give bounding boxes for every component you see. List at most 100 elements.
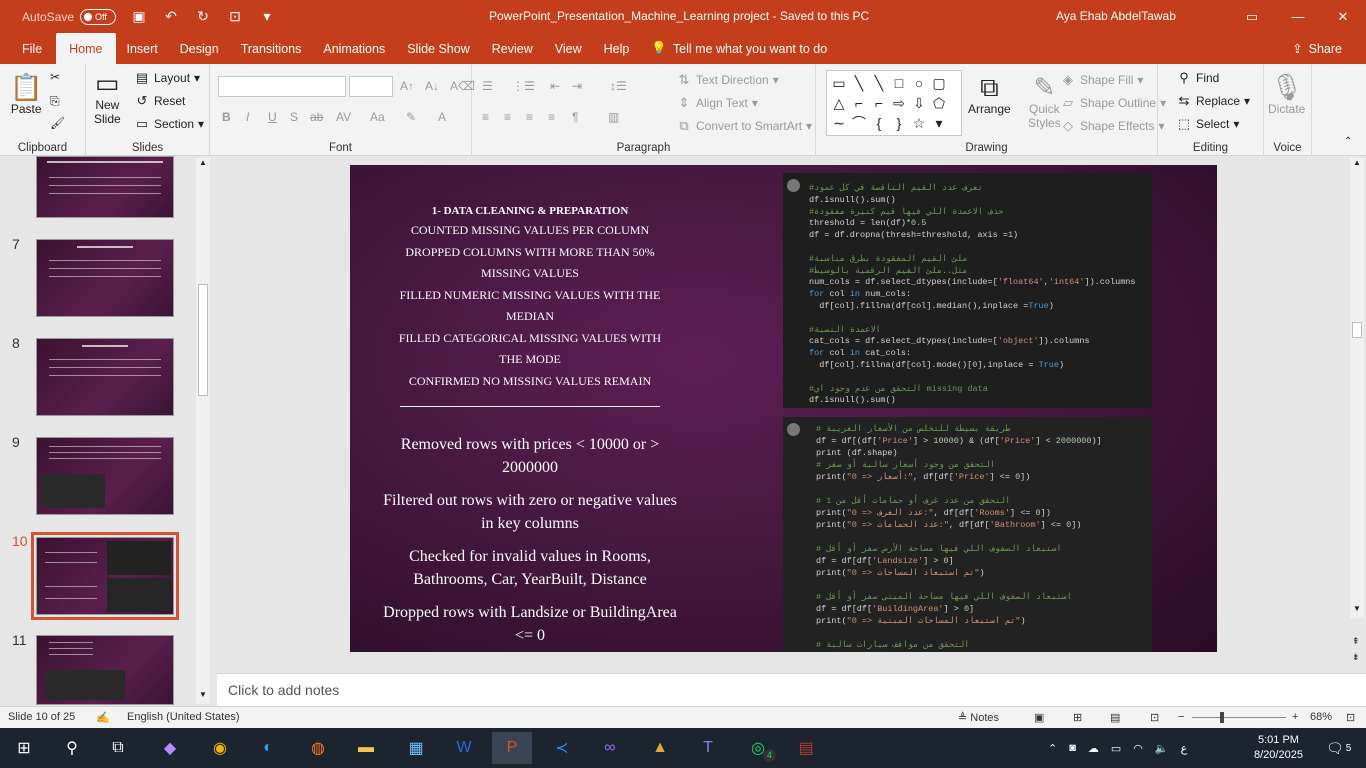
reset-button[interactable]: ↺ Reset (134, 93, 186, 109)
clock[interactable]: 5:01 PM 8/20/2025 (1254, 728, 1303, 768)
zoom-in-icon[interactable]: + (1292, 711, 1298, 723)
replace-button[interactable]: ⇆ Replace ▾ (1176, 93, 1251, 109)
strikethrough-icon[interactable]: ab (310, 110, 323, 124)
undo-icon[interactable]: ↶ (162, 8, 180, 26)
italic-icon[interactable]: I (246, 110, 249, 124)
numbering-icon[interactable]: ⋮☰ (512, 79, 535, 93)
keyboard-language[interactable]: ع (1181, 742, 1188, 755)
collapse-ribbon-icon[interactable]: ⌃ (1344, 136, 1352, 147)
layout-button[interactable]: ▤ Layout ▾ (134, 70, 200, 86)
section-button[interactable]: ▭ Section ▾ (134, 116, 204, 132)
autosave-control[interactable]: AutoSave Off (22, 8, 117, 25)
visual-studio-icon[interactable]: ∞ (590, 732, 630, 764)
previous-slide-icon[interactable]: ⇞ (1352, 636, 1360, 647)
notes-pane[interactable]: Click to add notes (217, 673, 1366, 706)
tab-design[interactable]: Design (169, 33, 230, 64)
zoom-slider[interactable] (1192, 712, 1286, 723)
edge-icon[interactable]: ◐ (248, 732, 288, 764)
slide-thumbnail-8[interactable] (36, 338, 174, 416)
tab-transitions[interactable]: Transitions (230, 33, 313, 64)
bullets-icon[interactable]: ☰ (482, 79, 493, 93)
align-left-icon[interactable]: ≡ (482, 110, 489, 124)
code-screenshot-2[interactable]: # طريقة بسيطة للتخلص من الأسعار الغريبة … (783, 417, 1152, 652)
canvas-scrollbar[interactable]: ▲ ▼ (1350, 158, 1364, 618)
dictate-button[interactable]: 🎙 Dictate (1268, 72, 1305, 116)
font-size-input[interactable] (349, 76, 393, 97)
volume-icon[interactable]: 🔈 (1155, 742, 1169, 755)
shape-outline-button[interactable]: ▱ Shape Outline ▾ (1060, 95, 1166, 111)
slide-thumbnail-10[interactable] (36, 537, 174, 615)
zoom-level[interactable]: 68% (1310, 711, 1332, 723)
highlight-icon[interactable]: ✎ (406, 110, 416, 124)
slide-sorter-icon[interactable]: ⊞ (1073, 711, 1082, 724)
change-case-icon[interactable]: Aa (370, 110, 385, 124)
customize-qat-icon[interactable]: ▾ (258, 8, 276, 26)
wifi-icon[interactable]: ◠ (1133, 742, 1143, 755)
line-spacing-icon[interactable]: ↕☰ (610, 79, 627, 93)
tab-review[interactable]: Review (481, 33, 544, 64)
vscode-icon[interactable]: ≺ (542, 732, 582, 764)
language-indicator[interactable]: English (United States) (127, 711, 240, 723)
code-screenshot-1[interactable]: #تعرف عدد القيم الناقصة في كل عمود df.is… (783, 173, 1152, 408)
text-direction-button[interactable]: ⇅ Text Direction ▾ (676, 72, 779, 88)
tab-animations[interactable]: Animations (312, 33, 396, 64)
font-color-icon[interactable]: A (438, 110, 446, 124)
arrange-button[interactable]: ⧉ Arrange (968, 72, 1011, 116)
word-icon[interactable]: W (444, 732, 484, 764)
share-button[interactable]: ⇪ Share (1292, 41, 1342, 57)
format-painter-icon[interactable]: 🖌 (50, 116, 65, 130)
slide-text-box[interactable]: 1- DATA CLEANING & PREPARATION COUNTED M… (380, 205, 680, 652)
winrar-icon[interactable]: ▤ (786, 732, 826, 764)
slide-thumbnail-6[interactable] (36, 156, 174, 218)
firefox-icon[interactable]: ◍ (298, 732, 338, 764)
slide-thumbnail-7[interactable] (36, 239, 174, 317)
decrease-font-icon[interactable]: A↓ (425, 79, 439, 93)
align-text-button[interactable]: ⇕ Align Text ▾ (676, 95, 758, 111)
onedrive-icon[interactable]: ☁ (1088, 742, 1099, 755)
save-icon[interactable]: ▣ (130, 8, 148, 26)
app-icon[interactable]: ▲ (640, 732, 680, 764)
shapes-gallery[interactable]: ▭ ╲ ╲ □ ○ ▢ △ ⌐ ⌐ ⇨ ⇩ ⬠ ∼ ⌒ {} ☆ ▾ (826, 70, 962, 136)
decrease-indent-icon[interactable]: ⇤ (550, 79, 560, 93)
bold-icon[interactable]: B (222, 110, 231, 124)
quick-styles-button[interactable]: ✎ Quick Styles (1028, 72, 1061, 130)
slide-thumbnail-9[interactable] (36, 437, 174, 515)
tab-slide-show[interactable]: Slide Show (396, 33, 481, 64)
font-name-input[interactable] (218, 76, 346, 97)
tell-me-search[interactable]: 💡 Tell me what you want to do (640, 33, 838, 64)
notes-button[interactable]: ≜ Notes (958, 711, 999, 724)
shape-effects-button[interactable]: ◇ Shape Effects ▾ (1060, 118, 1165, 134)
increase-font-icon[interactable]: A↑ (400, 79, 414, 93)
shadow-icon[interactable]: S (290, 110, 298, 124)
smartart-button[interactable]: ⧉ Convert to SmartArt ▾ (676, 118, 812, 134)
ribbon-display-icon[interactable]: ▭ (1229, 0, 1275, 33)
next-slide-icon[interactable]: ⇟ (1352, 652, 1360, 663)
character-spacing-icon[interactable]: AV (336, 110, 351, 124)
chrome-icon[interactable]: ◉ (200, 732, 240, 764)
file-explorer-icon[interactable]: ▬ (346, 732, 386, 764)
underline-icon[interactable]: U (268, 110, 277, 124)
cut-icon[interactable]: ✂ (50, 70, 60, 84)
slideshow-icon[interactable]: ⊡ (1150, 711, 1159, 724)
battery-icon[interactable]: ▭ (1111, 742, 1121, 755)
align-right-icon[interactable]: ≡ (526, 110, 533, 124)
minimize-icon[interactable]: — (1275, 0, 1321, 33)
columns-icon[interactable]: ▥ (608, 110, 619, 124)
tab-view[interactable]: View (544, 33, 593, 64)
notification-center[interactable]: 🗨 5 (1326, 728, 1351, 768)
store-icon[interactable]: ▦ (396, 732, 436, 764)
teams-icon[interactable]: T (688, 732, 728, 764)
zoom-out-icon[interactable]: − (1178, 711, 1184, 723)
meet-now-icon[interactable]: ◙ (1069, 742, 1076, 754)
shape-fill-button[interactable]: ◈ Shape Fill ▾ (1060, 72, 1143, 88)
rtl-icon[interactable]: ¶ (572, 110, 578, 124)
normal-view-icon[interactable]: ▣ (1034, 711, 1044, 724)
slide-thumbnail-11[interactable] (36, 635, 174, 705)
thumbnails-scrollbar[interactable]: ▲ ▼ (196, 158, 210, 704)
align-center-icon[interactable]: ≡ (504, 110, 511, 124)
fit-slide-icon[interactable]: ⊡ (1346, 711, 1355, 724)
tab-insert[interactable]: Insert (116, 33, 169, 64)
copy-icon[interactable]: ⎘ (50, 94, 60, 109)
powerpoint-icon[interactable]: P (492, 732, 532, 764)
tab-home[interactable]: Home (56, 33, 116, 64)
